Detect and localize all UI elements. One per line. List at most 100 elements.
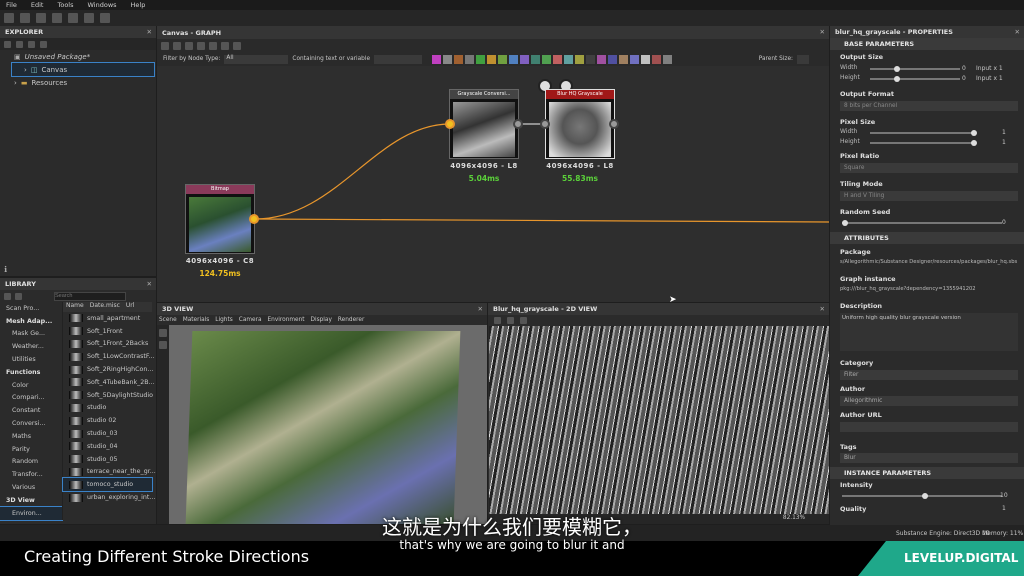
close-icon[interactable]: ✕: [478, 305, 483, 313]
link-icon[interactable]: [233, 41, 241, 50]
node-type-icon[interactable]: [487, 54, 497, 64]
node-type-icon[interactable]: [619, 54, 629, 64]
list-item[interactable]: studio_03: [63, 427, 152, 440]
node-type-icon[interactable]: [564, 54, 574, 64]
filter-select[interactable]: All: [224, 54, 289, 64]
pixel-height-slider[interactable]: [870, 140, 977, 146]
list-item[interactable]: studio: [63, 402, 152, 415]
graph-canvas[interactable]: Bitmap 4096x4096 - C8 124.75ms Grayscale…: [157, 66, 829, 302]
blur-node[interactable]: Blur HQ Grayscale: [545, 89, 615, 159]
slider-knob[interactable]: [971, 130, 977, 136]
layout-icon[interactable]: [494, 316, 501, 324]
node-type-icon[interactable]: [542, 54, 552, 64]
category-item[interactable]: Weather...: [0, 340, 62, 353]
author-url-field[interactable]: [840, 422, 1018, 432]
chevron-right-icon[interactable]: ›: [24, 66, 27, 74]
package-row[interactable]: ▣ Unsaved Package*: [0, 50, 156, 63]
node-type-icon[interactable]: [465, 54, 475, 64]
intensity-value[interactable]: 10: [1000, 492, 1008, 499]
menu-item[interactable]: Materials: [183, 317, 210, 323]
node-type-icon[interactable]: [608, 54, 618, 64]
slider-knob[interactable]: [971, 140, 977, 146]
upload-icon[interactable]: [28, 40, 35, 48]
slider-knob[interactable]: [894, 66, 900, 72]
list-item[interactable]: Soft_1Front: [63, 325, 152, 338]
output-width-value[interactable]: 0: [962, 65, 966, 72]
node-type-icon[interactable]: [531, 54, 541, 64]
menu-file[interactable]: File: [6, 1, 17, 9]
random-seed-value[interactable]: 0: [1002, 219, 1006, 226]
column-header[interactable]: Name: [66, 302, 84, 312]
menu-item[interactable]: Camera: [239, 317, 262, 323]
node-type-icon[interactable]: [553, 54, 563, 64]
input-port[interactable]: [540, 119, 550, 129]
save-icon[interactable]: [4, 40, 11, 48]
slider-knob[interactable]: [894, 76, 900, 82]
node-type-icon[interactable]: [641, 54, 651, 64]
output-height-mode[interactable]: Input x 1: [976, 75, 1003, 82]
section-attributes[interactable]: ATTRIBUTES: [830, 232, 1024, 244]
category-item[interactable]: Utilities: [0, 353, 62, 366]
node-type-icon[interactable]: [663, 54, 673, 64]
pixel-height-value[interactable]: 1: [1002, 139, 1006, 146]
light-icon[interactable]: [159, 341, 167, 349]
containing-input[interactable]: [374, 54, 423, 64]
output-height-slider[interactable]: [870, 76, 960, 82]
menu-item[interactable]: Lights: [215, 317, 233, 323]
close-icon[interactable]: ✕: [820, 305, 825, 313]
category-field[interactable]: Filter: [840, 370, 1018, 380]
node-type-icon[interactable]: [432, 54, 442, 64]
node-type-icon[interactable]: [454, 54, 464, 64]
list-item[interactable]: small_apartment: [63, 312, 152, 325]
menu-item[interactable]: Scene: [159, 317, 177, 323]
info-icon[interactable]: ℹ: [4, 265, 7, 274]
node-type-icon[interactable]: [597, 54, 607, 64]
node-type-icon[interactable]: [652, 54, 662, 64]
settings-icon[interactable]: [16, 40, 23, 48]
list-item[interactable]: terrace_near_the_gr...: [63, 466, 156, 479]
list-item[interactable]: Soft_1LowContrastF...: [63, 350, 155, 363]
menu-item[interactable]: Renderer: [338, 317, 364, 323]
section-instance-parameters[interactable]: INSTANCE PARAMETERS: [830, 467, 1024, 479]
category-item[interactable]: Maths: [0, 430, 62, 443]
undo-icon[interactable]: [84, 13, 94, 23]
grayscale-node[interactable]: Grayscale Conversi...: [449, 89, 519, 159]
folder-icon[interactable]: [40, 40, 47, 48]
output-port[interactable]: [609, 119, 619, 129]
random-seed-slider[interactable]: [842, 220, 1002, 226]
author-field[interactable]: Allegorithmic: [840, 396, 1018, 406]
output-port[interactable]: [513, 119, 523, 129]
select-icon[interactable]: [161, 41, 169, 50]
category-item[interactable]: Conversi...: [0, 417, 62, 430]
comment-icon[interactable]: [209, 41, 217, 50]
2d-viewport-image[interactable]: [489, 326, 829, 514]
channels-icon[interactable]: [520, 316, 527, 324]
close-icon[interactable]: ✕: [147, 280, 152, 288]
output-width-slider[interactable]: [870, 66, 960, 72]
node-type-icon[interactable]: [498, 54, 508, 64]
list-item[interactable]: urban_exploring_int...: [63, 491, 155, 504]
filter-icon[interactable]: [4, 292, 11, 300]
list-item[interactable]: studio_05: [63, 453, 152, 466]
bitmap-node[interactable]: Bitmap: [185, 184, 255, 254]
category-item[interactable]: Mesh Adap...: [0, 315, 62, 328]
slider-knob[interactable]: [842, 220, 848, 226]
category-item[interactable]: Constant: [0, 404, 62, 417]
menu-help[interactable]: Help: [131, 1, 146, 9]
zoom-icon[interactable]: [185, 41, 193, 50]
parent-size-select[interactable]: [797, 54, 809, 64]
node-type-icon[interactable]: [575, 54, 585, 64]
pixel-width-value[interactable]: 1: [1002, 129, 1006, 136]
tiling-mode-select[interactable]: H and V Tiling: [840, 191, 1018, 201]
category-item[interactable]: Mask Ge...: [0, 328, 62, 341]
output-width-mode[interactable]: Input x 1: [976, 65, 1003, 72]
menu-edit[interactable]: Edit: [31, 1, 44, 9]
chevron-right-icon[interactable]: ›: [14, 79, 17, 87]
tags-field[interactable]: Blur: [840, 453, 1018, 463]
menu-item[interactable]: Environment: [268, 317, 305, 323]
tree-item-canvas[interactable]: › ◫ Canvas: [11, 62, 155, 77]
menu-tools[interactable]: Tools: [57, 1, 73, 9]
category-item[interactable]: 3D View: [0, 494, 62, 507]
menu-item[interactable]: Display: [311, 317, 332, 323]
node-type-icon[interactable]: [520, 54, 530, 64]
